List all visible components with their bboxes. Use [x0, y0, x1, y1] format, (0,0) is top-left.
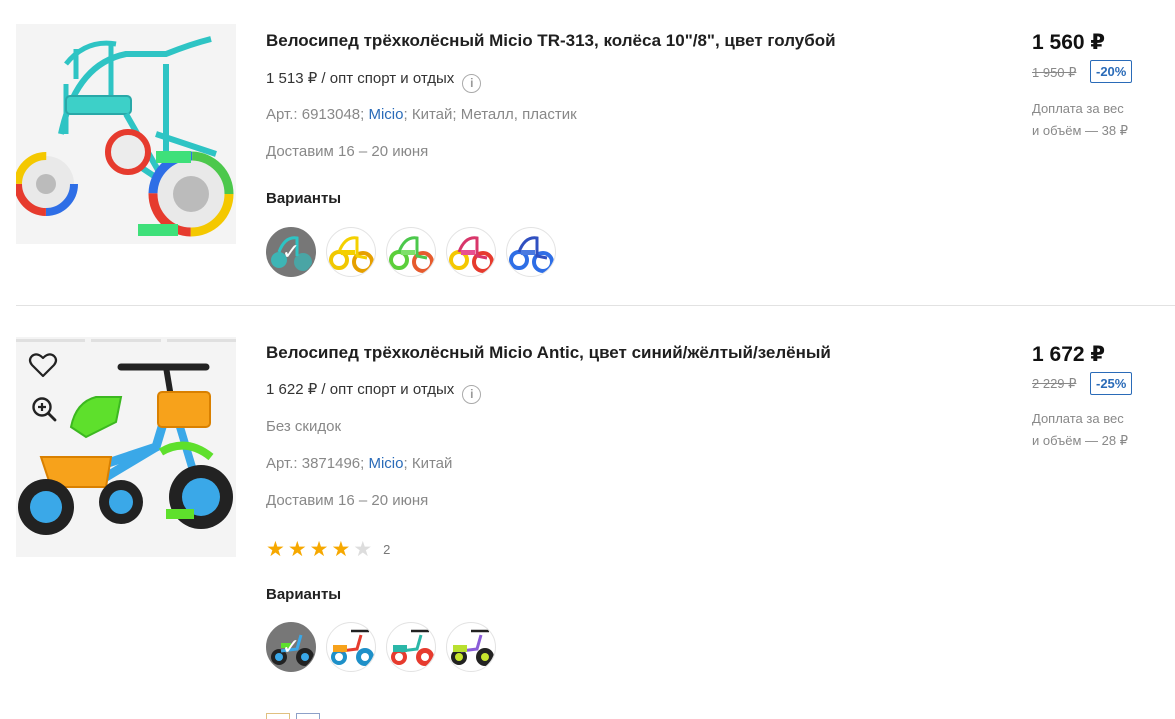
- product-meta: Арт.: 3871496; Micio; Китай: [266, 455, 453, 472]
- partial-next-row: [266, 713, 320, 719]
- article-number: Арт.: 6913048;: [266, 106, 365, 123]
- zoom-in-icon[interactable]: [30, 395, 58, 423]
- product-title[interactable]: Велосипед трёхколёсный Micio TR-313, кол…: [266, 31, 836, 51]
- variant-swatches: ✓: [266, 227, 556, 277]
- delivery-info: Доставим 16 – 20 июня: [266, 143, 429, 160]
- surcharge-note: Доплата за вес и объём — 38 ₽: [1032, 98, 1128, 142]
- tricycle-image: [16, 24, 236, 244]
- surcharge-line-2: и объём — 38 ₽: [1032, 123, 1128, 138]
- variants-label: Варианты: [266, 586, 342, 603]
- star-icon: ★: [287, 538, 307, 561]
- brand-link[interactable]: Micio: [368, 455, 403, 472]
- surcharge-note: Доплата за вес и объём — 28 ₽: [1032, 408, 1128, 452]
- variants-label: Варианты: [266, 190, 342, 207]
- product-card: Велосипед трёхколёсный Micio TR-313, кол…: [0, 0, 1175, 306]
- discount-badge: -25%: [1090, 372, 1133, 395]
- delivery-info: Доставим 16 – 20 июня: [266, 492, 429, 509]
- variant-swatch-blue[interactable]: [506, 227, 556, 277]
- product-image[interactable]: [16, 24, 236, 244]
- old-price: 2 229 ₽: [1032, 376, 1077, 391]
- product-title[interactable]: Велосипед трёхколёсный Micio Antic, цвет…: [266, 343, 831, 363]
- rating[interactable]: ★ ★ ★ ★ ★ 2: [266, 539, 390, 560]
- wholesale-text: 1 513 ₽ / опт спорт и отдых: [266, 70, 455, 87]
- variant-swatch-yellow[interactable]: [326, 227, 376, 277]
- current-price: 1 672 ₽: [1032, 343, 1105, 366]
- discount-badge: -20%: [1090, 60, 1133, 83]
- country: Китай;: [411, 106, 457, 123]
- wholesale-price: 1 622 ₽ / опт спорт и отдых i: [266, 380, 482, 404]
- product-card: Велосипед трёхколёсный Micio Antic, цвет…: [0, 307, 1175, 719]
- country: Китай: [411, 455, 453, 472]
- material: Металл, пластик: [460, 106, 577, 123]
- info-icon[interactable]: i: [462, 74, 482, 93]
- old-price: 1 950 ₽: [1032, 65, 1077, 80]
- surcharge-line-1: Доплата за вес: [1032, 101, 1124, 116]
- variant-swatches: ✓: [266, 622, 496, 672]
- variant-swatch-green[interactable]: [386, 227, 436, 277]
- check-icon: ✓: [281, 239, 301, 264]
- surcharge-line-2: и объём — 28 ₽: [1032, 433, 1128, 448]
- variant-swatch-purple-lime[interactable]: [446, 622, 496, 672]
- star-icon: ★: [331, 538, 351, 561]
- variant-swatch-red-teal[interactable]: [386, 622, 436, 672]
- variant-swatch-turquoise[interactable]: ✓: [266, 227, 316, 277]
- info-icon[interactable]: i: [462, 385, 482, 404]
- no-discount-note: Без скидок: [266, 418, 341, 435]
- current-price: 1 560 ₽: [1032, 31, 1105, 54]
- product-meta: Арт.: 6913048; Micio; Китай; Металл, пла…: [266, 106, 577, 123]
- wholesale-price: 1 513 ₽ / опт спорт и отдых i: [266, 69, 482, 93]
- article-number: Арт.: 3871496;: [266, 455, 365, 472]
- image-carousel-indicator: [16, 339, 236, 342]
- star-empty-icon: ★: [353, 538, 373, 561]
- wholesale-text: 1 622 ₽ / опт спорт и отдых: [266, 381, 455, 398]
- surcharge-line-1: Доплата за вес: [1032, 411, 1124, 426]
- divider: [16, 305, 1175, 306]
- variant-swatch-pink[interactable]: [446, 227, 496, 277]
- star-icon: ★: [309, 538, 329, 561]
- variant-swatch-blue-green[interactable]: ✓: [266, 622, 316, 672]
- star-icon: ★: [266, 538, 285, 561]
- variant-swatch-orange-red[interactable]: [326, 622, 376, 672]
- rating-count: 2: [383, 542, 391, 557]
- brand-link[interactable]: Micio: [368, 106, 403, 123]
- heart-icon[interactable]: [28, 351, 58, 379]
- check-icon: ✓: [281, 634, 301, 659]
